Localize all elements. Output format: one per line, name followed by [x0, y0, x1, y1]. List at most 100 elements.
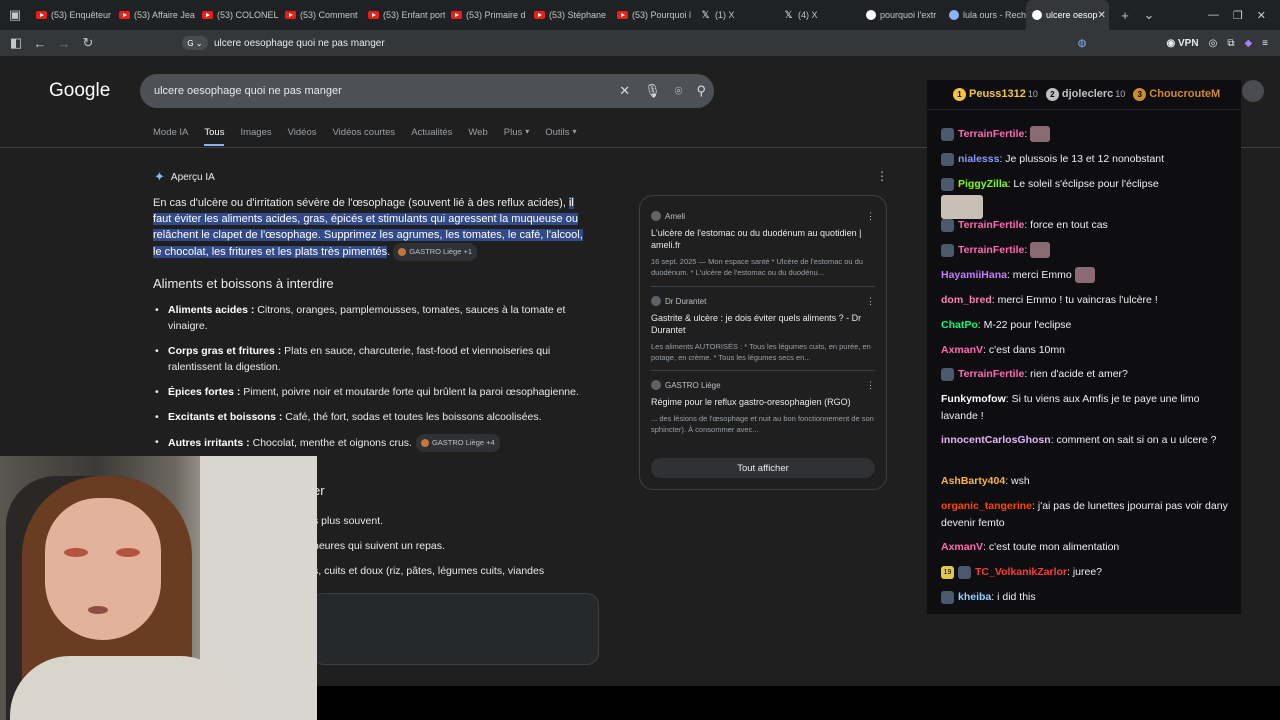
chat-username[interactable]: innocentCarlosGhosn	[941, 434, 1051, 446]
chat-username[interactable]: HayamiiHana	[941, 269, 1007, 281]
browser-tab[interactable]: ulcere oesop ✕	[1026, 0, 1109, 30]
browser-tab[interactable]: (53) Pourquoi l	[611, 0, 694, 30]
minimize-button[interactable]: —	[1208, 9, 1219, 22]
forbidden-foods-list: Aliments acides : Citrons, oranges, pamp…	[155, 302, 593, 461]
browser-tab[interactable]: (53) Enquêteur	[30, 0, 113, 30]
youtube-icon	[617, 11, 628, 19]
tab-label: lula ours - Rech	[963, 10, 1026, 20]
extensions-icon[interactable]: ⧉	[1227, 38, 1234, 49]
chat-message: 19 TC_VolkanikZarlor: juree?	[941, 564, 1231, 581]
chat-username[interactable]: Funkymofow	[941, 393, 1006, 405]
google-icon	[1032, 10, 1042, 20]
sparkle-icon: ✦	[154, 169, 165, 184]
source-chip-label: GASTRO Liège +1	[409, 247, 473, 256]
nav-tab[interactable]: Vidéos courtes	[333, 127, 396, 146]
sources-panel: Ameli ⋮ L'ulcère de l'estomac ou du duodén…	[639, 195, 887, 490]
list-item-text: Café, thé fort, sodas et toutes les bois…	[282, 411, 542, 423]
globe-icon[interactable]: ◍	[1078, 38, 1087, 49]
more-options-icon[interactable]: ⋮	[876, 169, 888, 183]
webcam-overlay	[0, 456, 317, 720]
ai-overview-title: Aperçu IA	[170, 171, 215, 183]
microphone-icon[interactable]: 🎙︎	[644, 83, 661, 99]
aria-icon[interactable]: ◆	[1244, 38, 1252, 49]
sidebar-icon[interactable]: ◧	[4, 31, 28, 55]
chat-username[interactable]: TerrainFertile	[958, 219, 1024, 231]
more-options-icon[interactable]: ⋮	[866, 296, 875, 307]
new-tab-button[interactable]: +	[1113, 3, 1137, 27]
browser-tab[interactable]: (53) COLONEL	[196, 0, 279, 30]
back-button[interactable]: ←	[28, 31, 52, 55]
chat-username[interactable]: TC_VolkanikZarlor	[975, 566, 1067, 578]
nav-tab[interactable]: Outils	[545, 127, 569, 146]
chat-avatar	[1242, 80, 1264, 102]
browser-tab[interactable]: 𝕏 (1) X	[694, 0, 777, 30]
search-icon[interactable]: ⚲	[696, 83, 706, 99]
gastro-liege-icon	[398, 248, 407, 257]
source-chip[interactable]: GASTRO Liège +4	[415, 434, 500, 452]
nav-tab[interactable]: Images	[240, 127, 271, 146]
chat-message: ChatPo: M-22 pour l'eclipse	[941, 317, 1231, 334]
browser-tab[interactable]: pourquoi l'extr	[860, 0, 943, 30]
list-item-title: Aliments acides :	[168, 304, 255, 316]
lens-icon[interactable]: ⌾	[675, 83, 683, 99]
nav-tab[interactable]: Tous	[204, 127, 225, 146]
browser-tab[interactable]: (53) Comment	[279, 0, 362, 30]
chat-username[interactable]: AxmanV	[941, 541, 983, 553]
search-nav: Mode IA Tous Images Vidéos Vidéos courtes Act…	[153, 127, 577, 146]
browser-tab[interactable]: lula ours - Rech	[943, 0, 1026, 30]
chat-username[interactable]: TerrainFertile	[958, 368, 1024, 380]
show-all-button[interactable]: Tout afficher	[651, 458, 875, 478]
clear-icon[interactable]: ✕	[619, 83, 630, 99]
tab-list-icon[interactable]: ⌄	[1137, 3, 1161, 27]
follow-up-box[interactable]	[312, 593, 599, 665]
tab-label: (53) Enquêteur	[51, 10, 112, 20]
more-options-icon[interactable]: ⋮	[866, 211, 875, 222]
close-tab-icon[interactable]: ✕	[1098, 10, 1106, 21]
search-input[interactable]: ulcere oesophage quoi ne pas manger ✕ 🎙︎…	[140, 74, 714, 108]
chat-username[interactable]: TerrainFertile	[958, 128, 1024, 140]
google-logo[interactable]: Google	[49, 80, 110, 102]
vpn-button[interactable]: ◉ VPN	[1167, 38, 1199, 49]
chat-username[interactable]: kheiba	[958, 591, 991, 603]
close-window-button[interactable]: ✕	[1257, 9, 1266, 22]
chat-username[interactable]: AxmanV	[941, 344, 983, 356]
menu-icon[interactable]: ≡	[1262, 38, 1268, 49]
nav-tab[interactable]: Web	[468, 127, 487, 146]
youtube-icon	[368, 11, 379, 19]
vpn-label: VPN	[1178, 37, 1199, 49]
url-field[interactable]: G ⌄ ulcere oesophage quoi ne pas manger	[178, 33, 1058, 53]
browser-tab[interactable]: (53) Stéphane	[528, 0, 611, 30]
address-bar: ◧ ← → ↻ G ⌄ ulcere oesophage quoi ne pas…	[0, 30, 1280, 56]
source-card[interactable]: GASTRO Liège ⋮ Régime pour le reflux gastr…	[651, 380, 875, 435]
chat-username[interactable]: nialesss	[958, 153, 999, 165]
leaderboard-name: djoleclerc	[1061, 88, 1114, 100]
nav-tab[interactable]: Mode IA	[153, 127, 188, 146]
account-icon[interactable]: ◎	[1209, 38, 1218, 49]
source-chip[interactable]: GASTRO Liège +1	[393, 243, 478, 261]
maximize-button[interactable]: ❐	[1233, 9, 1243, 22]
tab-search-icon[interactable]: ▣	[0, 3, 30, 27]
chat-username[interactable]: organic_tangerine	[941, 500, 1032, 512]
browser-tab[interactable]: (53) Affaire Jea	[113, 0, 196, 30]
browser-tab[interactable]: 𝕏 (4) X	[777, 0, 860, 30]
chat-username[interactable]: AshBarty404	[941, 475, 1005, 487]
chat-image	[941, 195, 983, 219]
more-options-icon[interactable]: ⋮	[866, 380, 875, 391]
nav-tab[interactable]: Plus	[504, 127, 522, 146]
nav-tab[interactable]: Vidéos	[288, 127, 317, 146]
chat-username[interactable]: TerrainFertile	[958, 244, 1024, 256]
browser-tab[interactable]: (53) Primaire d	[445, 0, 528, 30]
chat-username[interactable]: ChatPo	[941, 319, 978, 331]
search-engine-icon[interactable]: G ⌄	[182, 36, 208, 50]
forward-button[interactable]: →	[52, 31, 76, 55]
source-card[interactable]: Ameli ⋮ L'ulcère de l'estomac ou du duodén…	[651, 211, 875, 278]
source-card[interactable]: Dr Durantet ⋮ Gastrite & ulcère : je dois …	[651, 296, 875, 363]
browser-tab[interactable]: (53) Enfant port	[362, 0, 445, 30]
leaderboard-entry: 1 Peuss1312 10	[953, 88, 1038, 101]
reload-button[interactable]: ↻	[76, 31, 100, 55]
mouth	[88, 606, 108, 614]
chat-username[interactable]: PiggyZilla	[958, 178, 1008, 190]
nav-tab[interactable]: Actualités	[411, 127, 452, 146]
chat-username[interactable]: dom_bred	[941, 294, 992, 306]
advice-item: s plus souvent.	[313, 515, 384, 527]
